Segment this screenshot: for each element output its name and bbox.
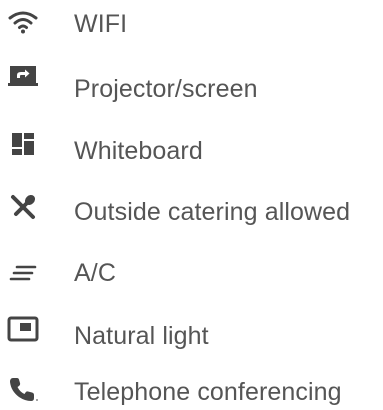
- natural-light-icon: [0, 309, 46, 349]
- amenity-label-catering: Outside catering allowed: [74, 198, 351, 226]
- amenity-label-air-conditioning: A/C: [74, 259, 116, 287]
- telephone-icon: [0, 369, 46, 409]
- amenity-item-air-conditioning: A/C: [0, 249, 383, 297]
- amenity-item-wifi: WIFI: [0, 0, 383, 48]
- projector-screen-icon: [0, 56, 46, 96]
- whiteboard-icon: [0, 124, 46, 164]
- amenity-label-projector-screen: Projector/screen: [74, 75, 258, 103]
- amenity-label-natural-light: Natural light: [74, 322, 209, 350]
- amenity-label-wifi: WIFI: [74, 10, 128, 38]
- amenity-item-whiteboard: Whiteboard: [0, 124, 383, 172]
- catering-icon: [0, 187, 46, 227]
- air-conditioning-icon: [0, 253, 46, 293]
- amenity-item-catering: Outside catering allowed: [0, 187, 383, 235]
- amenity-label-telephone: Telephone conferencing: [74, 378, 342, 406]
- amenity-item-projector-screen: Projector/screen: [0, 62, 383, 110]
- amenity-label-whiteboard: Whiteboard: [74, 137, 203, 165]
- amenity-list: WIFI Projector/screen Whiteboard Outside…: [0, 0, 383, 410]
- wifi-icon: [0, 2, 46, 42]
- amenity-item-telephone: Telephone conferencing: [0, 357, 383, 406]
- amenity-item-natural-light: Natural light: [0, 312, 383, 360]
